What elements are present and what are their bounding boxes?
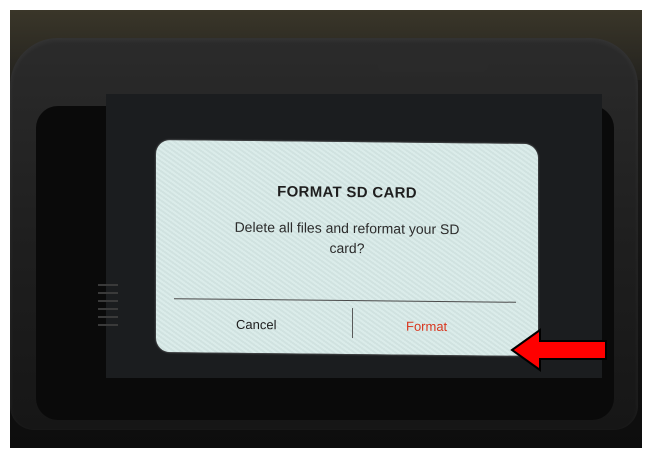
dialog-message: Delete all files and reformat your SD ca… — [234, 218, 460, 257]
side-texture — [98, 278, 118, 348]
format-button[interactable]: Format — [406, 319, 447, 334]
dialog-title: FORMAT SD CARD — [277, 183, 417, 202]
dialog-divider — [174, 298, 516, 303]
button-divider — [352, 308, 353, 339]
cancel-button[interactable]: Cancel — [236, 317, 276, 332]
format-sd-dialog: FORMAT SD CARD Delete all files and refo… — [156, 139, 538, 357]
camera-top-button — [378, 44, 488, 72]
arrow-left-icon — [510, 328, 607, 372]
photo-frame: FORMAT SD CARD Delete all files and refo… — [10, 10, 642, 448]
